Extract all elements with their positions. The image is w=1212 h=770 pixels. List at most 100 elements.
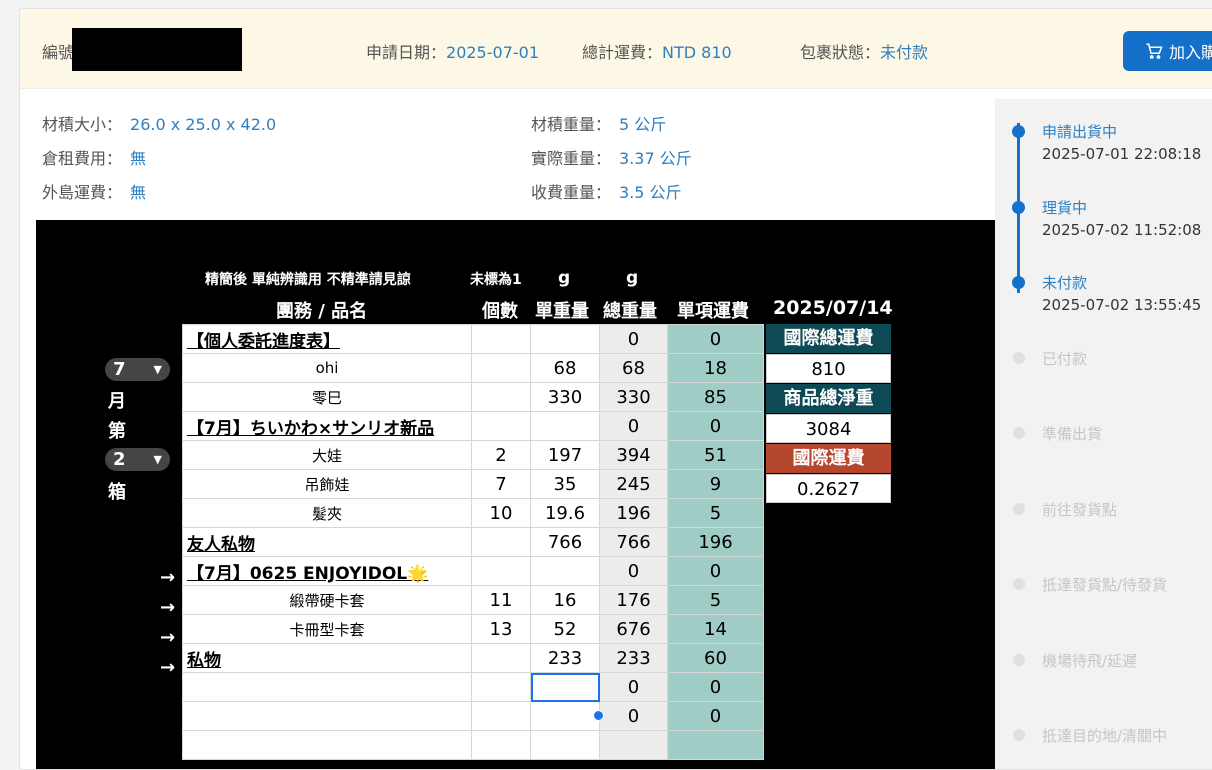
box-dropdown: 2 ▼ (105, 448, 170, 471)
total-fee-label: 總計運費： (582, 43, 663, 62)
apply-date-value: 2025-07-01 (446, 43, 539, 62)
volume-row: 材積大小： 26.0 x 25.0 x 42.0 (42, 111, 276, 135)
cell-unit (530, 730, 600, 760)
table-row: 友人私物 766 766 196 (182, 527, 764, 557)
selected-cell (530, 672, 600, 702)
package-status-value: 未付款 (880, 43, 929, 62)
cell-name: 【個人委託進度表】 (182, 324, 472, 354)
table-row: 零巳 330 330 85 (182, 382, 764, 412)
weight-table: 【個人委託進度表】 0 0 ohi 68 68 18 零巳 330 330 85 【7月】ちいかわ×サ… (182, 324, 764, 760)
cell-name: 【7月】0625 ENJOYIDOL🌟 (182, 556, 472, 586)
cell-total: 0 (599, 556, 668, 586)
cell-fee (667, 730, 764, 760)
storage-value: 無 (130, 149, 147, 168)
cell-total: 0 (599, 701, 668, 731)
cell-total: 0 (599, 672, 668, 702)
timeline-step-time: 2025-07-02 11:52:08 (1042, 220, 1202, 239)
cell-fee: 196 (667, 527, 764, 557)
cell-qty: 7 (471, 469, 531, 499)
spreadsheet-image: 精簡後 單純辨識用 不精準請見諒 未標為1 g g 團務 / 品名 個數 單重量… (36, 220, 1006, 769)
cell-name: 卡冊型卡套 (182, 614, 472, 644)
add-to-cart-label: 加入購 (1169, 43, 1212, 62)
timeline-step-title: 申請出貨中 (1042, 123, 1118, 141)
table-row: 【個人委託進度表】 0 0 (182, 324, 764, 354)
cell-name (182, 701, 472, 731)
cell-fee: 5 (667, 585, 764, 615)
intl-total-label: 國際總運費 (766, 324, 891, 353)
selection-handle (593, 710, 604, 721)
cell-fee: 51 (667, 440, 764, 470)
box-label: 箱 (108, 482, 126, 503)
table-row: 緞帶硬卡套 11 16 176 5 (182, 585, 764, 615)
charge-weight-label: 收費重量： (531, 183, 612, 202)
cell-unit: 330 (530, 382, 600, 412)
total-fee-value: NTD 810 (662, 43, 732, 62)
col-item-fee-header: 單項運費 (677, 301, 749, 322)
total-fee: 總計運費：NTD 810 (582, 39, 732, 63)
cell-total: 196 (599, 498, 668, 528)
cell-unit: 16 (530, 585, 600, 615)
total-weight-unit: g (626, 268, 639, 288)
table-row: 私物 233 233 60 (182, 643, 764, 673)
net-weight-label: 商品總淨重 (766, 384, 891, 413)
timeline-step-time: 2025-07-02 13:55:45 (1042, 296, 1202, 314)
arrow-marker: → (160, 597, 176, 618)
timeline-step-title: 準備出貨 (1042, 425, 1103, 443)
table-row: ohi 68 68 18 (182, 353, 764, 383)
cell-qty: 11 (471, 585, 531, 615)
cell-unit: 197 (530, 440, 600, 470)
cell-name: 友人私物 (182, 527, 472, 557)
table-row: 【7月】ちいかわ×サンリオ新品 0 0 (182, 411, 764, 441)
storage-row: 倉租費用： 無 (42, 145, 146, 169)
cell-total: 0 (599, 324, 668, 354)
cell-total: 233 (599, 643, 668, 673)
cell-qty: 10 (471, 498, 531, 528)
cell-name: 髮夾 (182, 498, 472, 528)
timeline-step-time: 2025-07-01 22:08:18 (1042, 145, 1202, 163)
cell-unit (530, 411, 600, 441)
volume-value: 26.0 x 25.0 x 42.0 (130, 115, 277, 134)
volume-label: 材積大小： (42, 115, 123, 134)
cell-qty: 13 (471, 614, 531, 644)
cell-qty (471, 556, 531, 586)
intl-total-value: 810 (766, 354, 891, 383)
table-row: 【7月】0625 ENJOYIDOL🌟 0 0 (182, 556, 764, 586)
cell-total: 0 (599, 411, 668, 441)
table-row: 大娃 2 197 394 51 (182, 440, 764, 470)
cell-fee: 9 (667, 469, 764, 499)
package-status: 包裹狀態：未付款 (800, 39, 928, 63)
cell-qty (471, 353, 531, 383)
cell-unit: 233 (530, 643, 600, 673)
table-row: 吊飾娃 7 35 245 9 (182, 469, 764, 499)
island-row: 外島運費： 無 (42, 179, 146, 203)
cell-qty (471, 730, 531, 760)
cell-unit: 19.6 (530, 498, 600, 528)
timeline-dot (1013, 502, 1025, 515)
add-to-cart-button[interactable]: 加入購 (1123, 31, 1212, 71)
apply-date: 申請日期：2025-07-01 (366, 39, 539, 63)
cell-fee: 60 (667, 643, 764, 673)
actual-weight-label: 實際重量： (531, 149, 612, 168)
shipment-card: 編號 申請日期：2025-07-01 總計運費：NTD 810 包裹狀態：未付款… (19, 8, 1212, 770)
cell-unit: 766 (530, 527, 600, 557)
cell-name: 緞帶硬卡套 (182, 585, 472, 615)
shipment-header: 編號 申請日期：2025-07-01 總計運費：NTD 810 包裹狀態：未付款… (20, 9, 1212, 89)
order-number-label: 編號 (42, 43, 75, 62)
month-label: 月 (108, 391, 126, 412)
cell-qty (471, 643, 531, 673)
cell-total: 245 (599, 469, 668, 499)
table-row (182, 730, 764, 760)
cell-name: 大娃 (182, 440, 472, 470)
table-row: 髮夾 10 19.6 196 5 (182, 498, 764, 528)
unit-weight-unit: g (558, 268, 571, 288)
charge-weight-row: 收費重量： 3.5 公斤 (531, 179, 682, 203)
cell-fee: 0 (667, 411, 764, 441)
cell-qty: 2 (471, 440, 531, 470)
cell-name: 吊飾娃 (182, 469, 472, 499)
package-status-label: 包裹狀態： (800, 43, 881, 62)
timeline-step-title: 未付款 (1042, 274, 1088, 292)
arrow-marker: → (160, 627, 176, 648)
cell-total: 766 (599, 527, 668, 557)
cell-unit: 35 (530, 469, 600, 499)
timeline-dot (1013, 351, 1025, 364)
